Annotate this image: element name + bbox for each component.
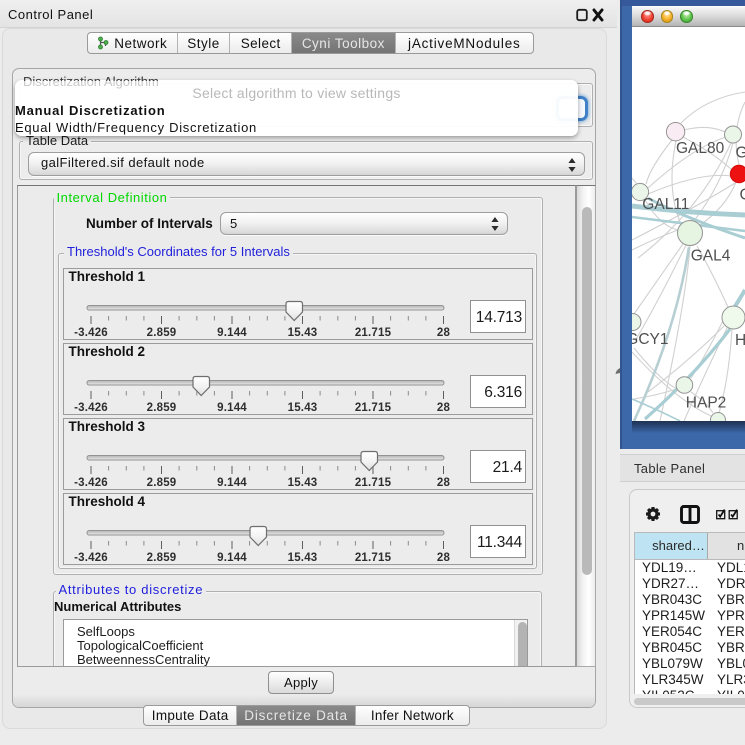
svg-text:GAL80: GAL80 — [676, 140, 725, 157]
svg-text:HI: HI — [735, 332, 745, 349]
svg-text:CA: CA — [740, 187, 745, 204]
svg-text:GAL4: GAL4 — [691, 248, 731, 265]
svg-text:HAP2: HAP2 — [686, 395, 727, 412]
svg-text:GCY1: GCY1 — [632, 331, 669, 348]
svg-text:GAL11: GAL11 — [642, 196, 689, 213]
svg-text:GA: GA — [736, 145, 745, 162]
